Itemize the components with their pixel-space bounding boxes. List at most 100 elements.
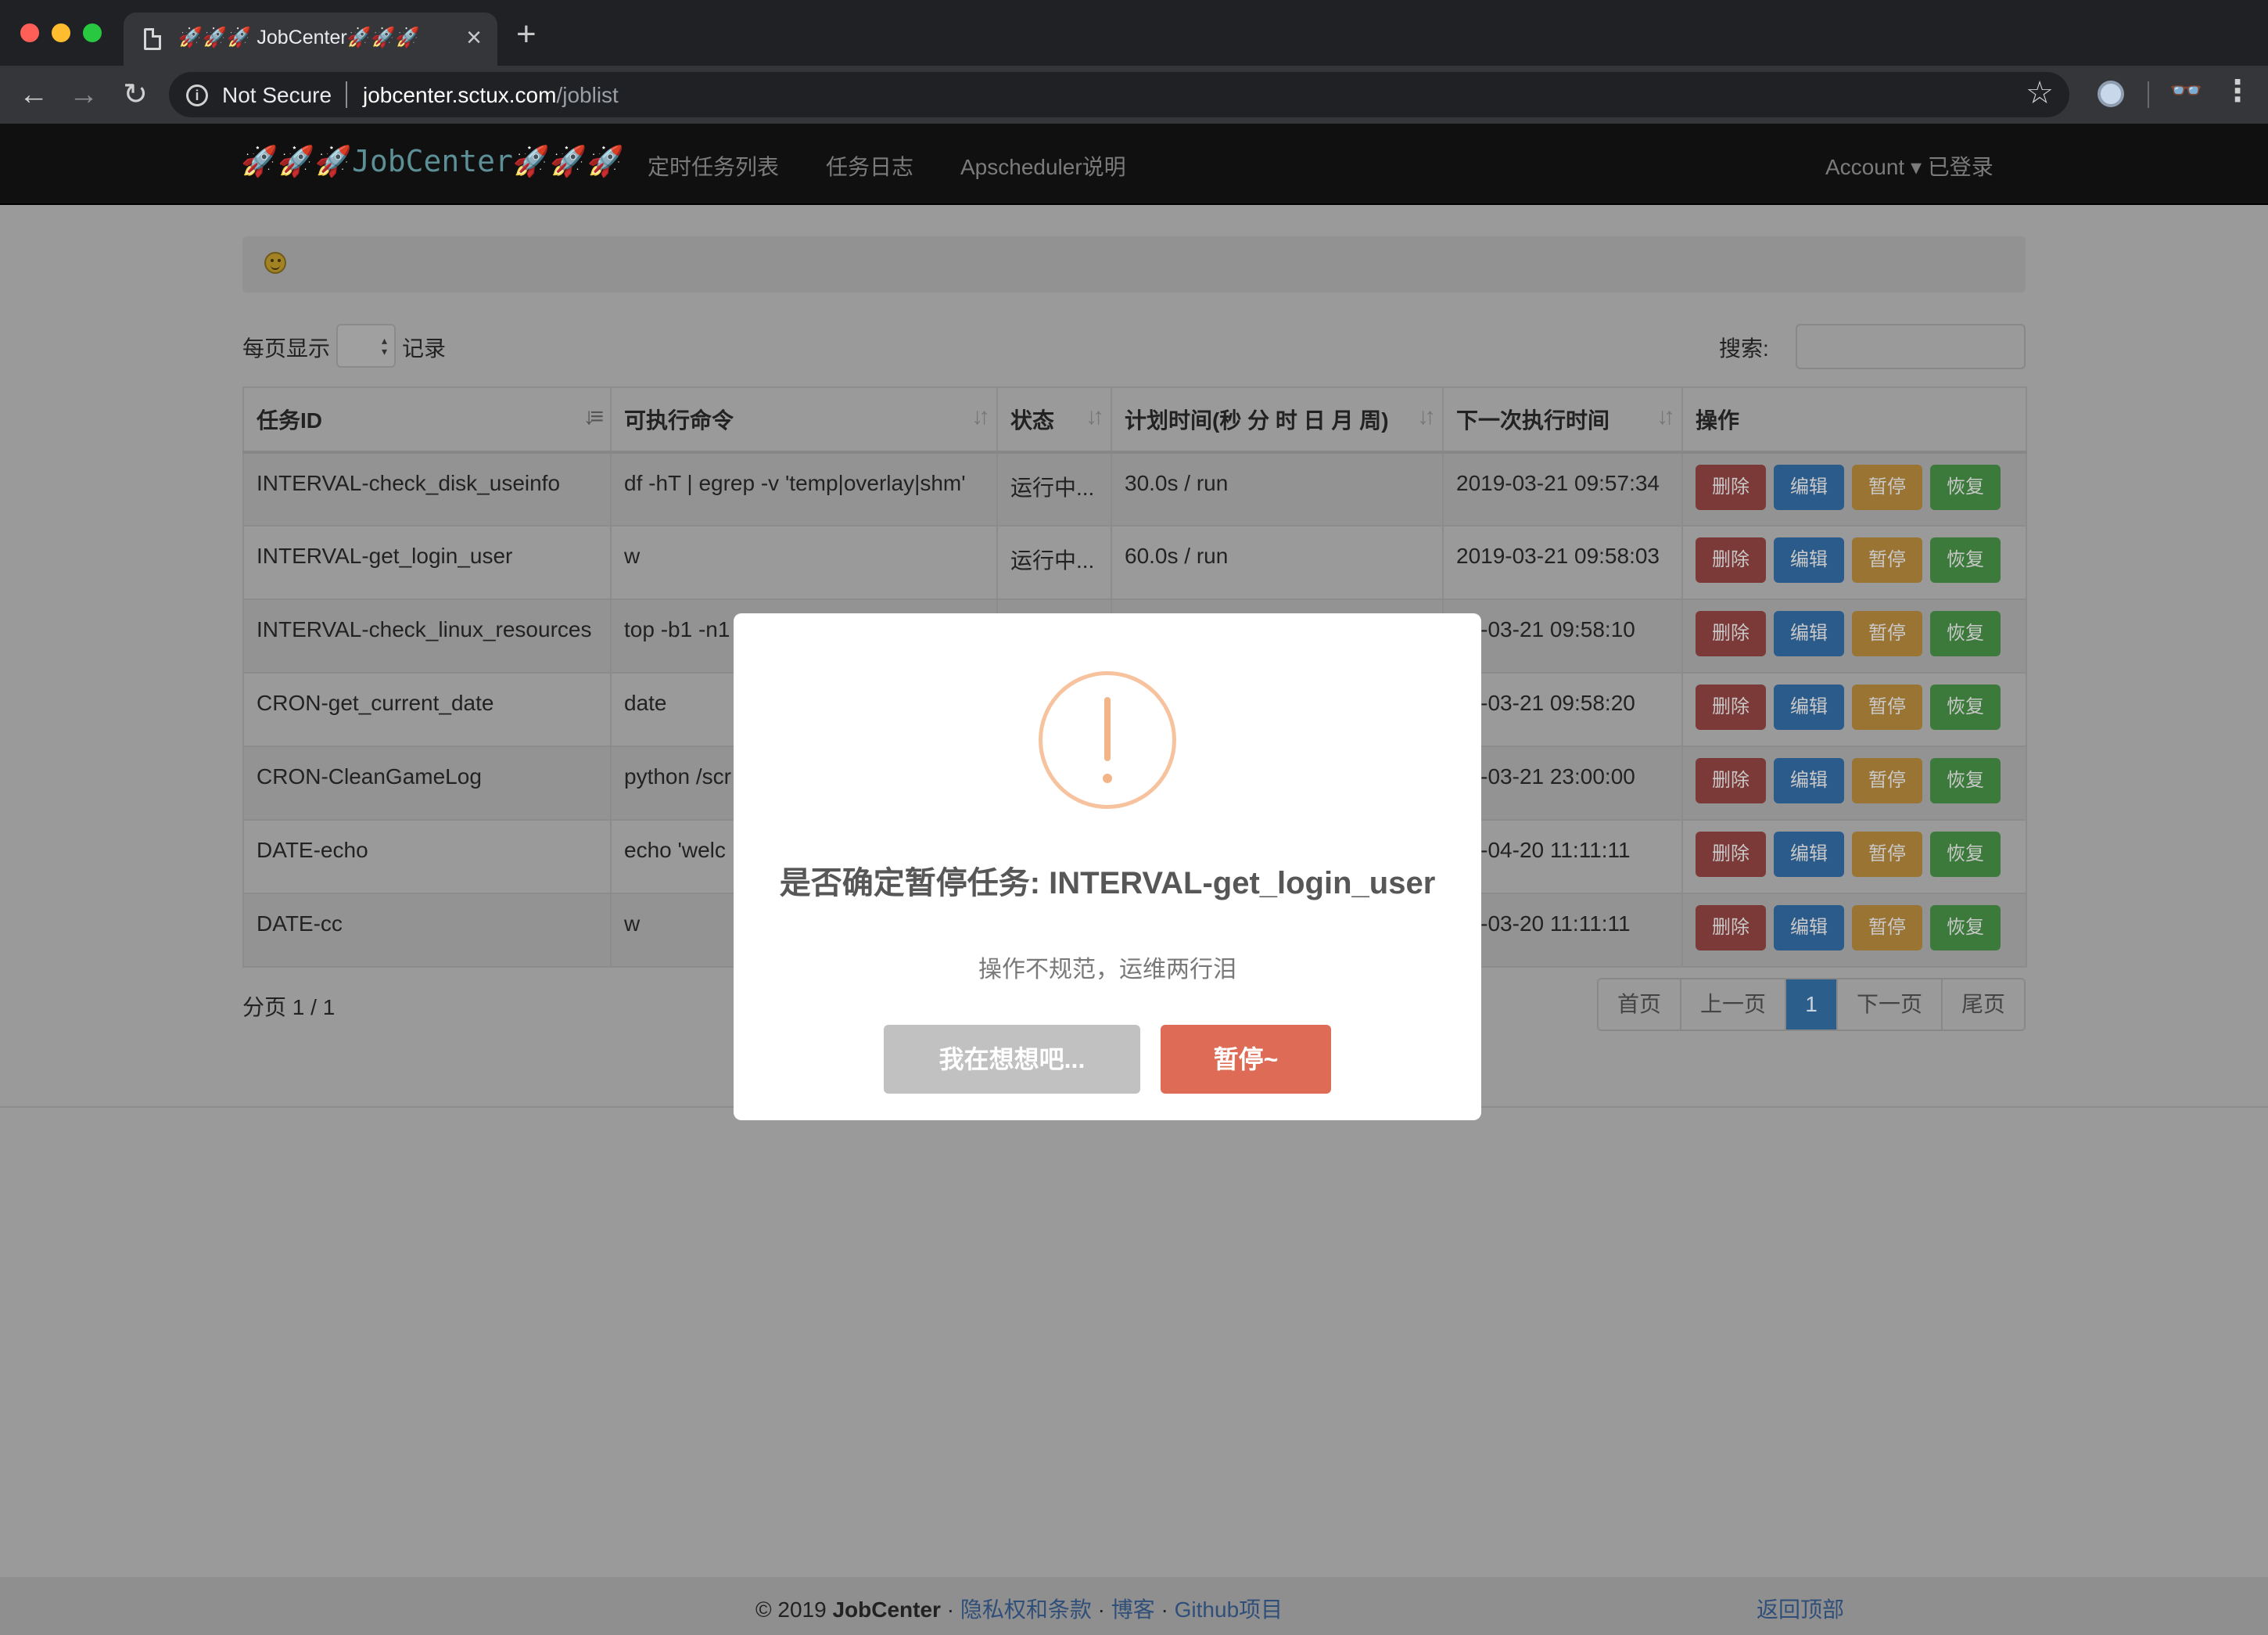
- page-length-select[interactable]: [336, 324, 396, 368]
- back-to-top-link[interactable]: 返回顶部: [1757, 1593, 1844, 1624]
- pause-button[interactable]: 暂停: [1852, 832, 1922, 877]
- extension-icon[interactable]: [2098, 81, 2124, 107]
- brand-logo[interactable]: 🚀🚀🚀JobCenter🚀🚀🚀: [241, 144, 624, 179]
- blog-link[interactable]: 博客: [1111, 1597, 1155, 1622]
- pause-button[interactable]: 暂停: [1852, 905, 1922, 950]
- column-label: 下一次执行时间: [1456, 408, 1610, 433]
- sort-desc-icon[interactable]: ↓≡: [583, 404, 603, 430]
- cell-actions: 删除 编辑 暂停 恢复: [1681, 746, 2027, 821]
- column-header-next-run[interactable]: 下一次执行时间 ↓↑: [1442, 386, 1683, 454]
- column-header-command[interactable]: 可执行命令 ↓↑: [610, 386, 998, 454]
- resume-button[interactable]: 恢复: [1930, 537, 2001, 583]
- resume-button[interactable]: 恢复: [1930, 611, 2001, 656]
- window-close-button[interactable]: [20, 23, 39, 42]
- nav-link-job-list[interactable]: 定时任务列表: [648, 150, 779, 181]
- browser-tab[interactable]: 🚀🚀🚀 JobCenter🚀🚀🚀 ×: [124, 13, 497, 66]
- bookmark-star-icon[interactable]: ☆: [2026, 75, 2054, 111]
- back-arrow-icon[interactable]: ←: [14, 75, 53, 114]
- column-label: 任务ID: [257, 408, 323, 433]
- window-minimize-button[interactable]: [52, 23, 70, 42]
- sort-icon[interactable]: ↓↑: [1656, 404, 1675, 430]
- forward-arrow-icon[interactable]: →: [64, 75, 103, 114]
- pagination-info: 分页 1 / 1: [242, 995, 336, 1019]
- delete-button[interactable]: 删除: [1696, 832, 1766, 877]
- pause-button[interactable]: 暂停: [1852, 465, 1922, 510]
- pause-button[interactable]: 暂停: [1852, 611, 1922, 656]
- warning-icon: [1039, 671, 1176, 809]
- pause-button[interactable]: 暂停: [1852, 685, 1922, 730]
- pagination: 首页 上一页 1 下一页 尾页: [1597, 978, 2026, 1031]
- current-page-button[interactable]: 1: [1786, 979, 1839, 1030]
- site-navbar: 🚀🚀🚀JobCenter🚀🚀🚀 定时任务列表 任务日志 Apscheduler说…: [0, 124, 2268, 205]
- info-icon[interactable]: i: [186, 84, 208, 106]
- cell-job-id: DATE-echo: [242, 819, 612, 894]
- account-dropdown[interactable]: Account ▾ 已登录: [1825, 150, 1993, 181]
- edit-button[interactable]: 编辑: [1774, 685, 1844, 730]
- delete-button[interactable]: 删除: [1696, 465, 1766, 510]
- url-text[interactable]: jobcenter.sctux.com/joblist: [363, 83, 619, 108]
- table-row: INTERVAL-check_disk_useinfo df -hT | egr…: [242, 451, 2027, 526]
- address-bar[interactable]: i Not Secure jobcenter.sctux.com/joblist…: [169, 72, 2069, 117]
- sort-icon[interactable]: ↓↑: [1417, 404, 1436, 430]
- reload-icon[interactable]: ↻: [116, 75, 155, 114]
- resume-button[interactable]: 恢复: [1930, 465, 2001, 510]
- github-link[interactable]: Github项目: [1175, 1597, 1283, 1622]
- window-maximize-button[interactable]: [83, 23, 102, 42]
- browser-menu-icon[interactable]: ⋮: [2223, 74, 2252, 109]
- column-header-job-id[interactable]: 任务ID ↓≡: [242, 386, 612, 454]
- resume-button[interactable]: 恢复: [1930, 758, 2001, 803]
- cell-actions: 删除 编辑 暂停 恢复: [1681, 451, 2027, 526]
- privacy-link[interactable]: 隐私权和条款: [960, 1597, 1092, 1622]
- cell-schedule: 30.0s / run: [1111, 451, 1444, 526]
- security-label: Not Secure: [222, 83, 332, 107]
- edit-button[interactable]: 编辑: [1774, 537, 1844, 583]
- column-header-schedule[interactable]: 计划时间(秒 分 时 日 月 周) ↓↑: [1111, 386, 1444, 454]
- column-label: 操作: [1696, 408, 1740, 433]
- page-length-label: 每页显示: [242, 336, 331, 361]
- confirm-pause-button[interactable]: 暂停~: [1161, 1025, 1331, 1094]
- next-page-button[interactable]: 下一页: [1838, 979, 1943, 1030]
- column-header-status[interactable]: 状态 ↓↑: [996, 386, 1112, 454]
- resume-button[interactable]: 恢复: [1930, 685, 2001, 730]
- last-page-button[interactable]: 尾页: [1943, 979, 2025, 1030]
- sort-icon[interactable]: ↓↑: [1086, 404, 1104, 430]
- prev-page-button[interactable]: 上一页: [1681, 979, 1787, 1030]
- edit-button[interactable]: 编辑: [1774, 758, 1844, 803]
- alert-bar: [242, 236, 2026, 293]
- pause-button[interactable]: 暂停: [1852, 537, 1922, 583]
- dialog-message: 操作不规范，运维两行泪: [978, 957, 1236, 983]
- footer-brand: JobCenter: [832, 1597, 941, 1622]
- pause-button[interactable]: 暂停: [1852, 758, 1922, 803]
- toolbar-divider: [2148, 81, 2149, 108]
- resume-button[interactable]: 恢复: [1930, 832, 2001, 877]
- warning-icon-bar: [1104, 697, 1111, 761]
- url-host: jobcenter.sctux.com: [363, 83, 557, 107]
- cell-actions: 删除 编辑 暂停 恢复: [1681, 893, 2027, 968]
- delete-button[interactable]: 删除: [1696, 537, 1766, 583]
- incognito-icon[interactable]: 👓: [2169, 75, 2202, 106]
- resume-button[interactable]: 恢复: [1930, 905, 2001, 950]
- column-label: 状态: [1010, 408, 1055, 433]
- browser-toolbar: ← → ↻ i Not Secure jobcenter.sctux.com/j…: [0, 66, 2268, 124]
- edit-button[interactable]: 编辑: [1774, 905, 1844, 950]
- cell-job-id: DATE-cc: [242, 893, 612, 968]
- footer-text: © 2019 JobCenter · 隐私权和条款 · 博客 · Github项…: [755, 1593, 1283, 1624]
- nav-link-job-log[interactable]: 任务日志: [826, 150, 913, 181]
- sort-icon[interactable]: ↓↑: [971, 404, 990, 430]
- footer-separator: ·: [940, 1597, 960, 1622]
- delete-button[interactable]: 删除: [1696, 685, 1766, 730]
- first-page-button[interactable]: 首页: [1599, 979, 1682, 1030]
- edit-button[interactable]: 编辑: [1774, 465, 1844, 510]
- cell-job-id: INTERVAL-get_login_user: [242, 525, 612, 600]
- delete-button[interactable]: 删除: [1696, 758, 1766, 803]
- delete-button[interactable]: 删除: [1696, 611, 1766, 656]
- tab-close-icon[interactable]: ×: [466, 22, 482, 53]
- cancel-button[interactable]: 我在想想吧...: [884, 1025, 1140, 1094]
- delete-button[interactable]: 删除: [1696, 905, 1766, 950]
- new-tab-button[interactable]: +: [516, 17, 536, 52]
- edit-button[interactable]: 编辑: [1774, 832, 1844, 877]
- smiley-icon: [264, 252, 286, 274]
- nav-link-apscheduler-doc[interactable]: Apscheduler说明: [960, 150, 1126, 181]
- edit-button[interactable]: 编辑: [1774, 611, 1844, 656]
- search-input[interactable]: [1796, 324, 2026, 369]
